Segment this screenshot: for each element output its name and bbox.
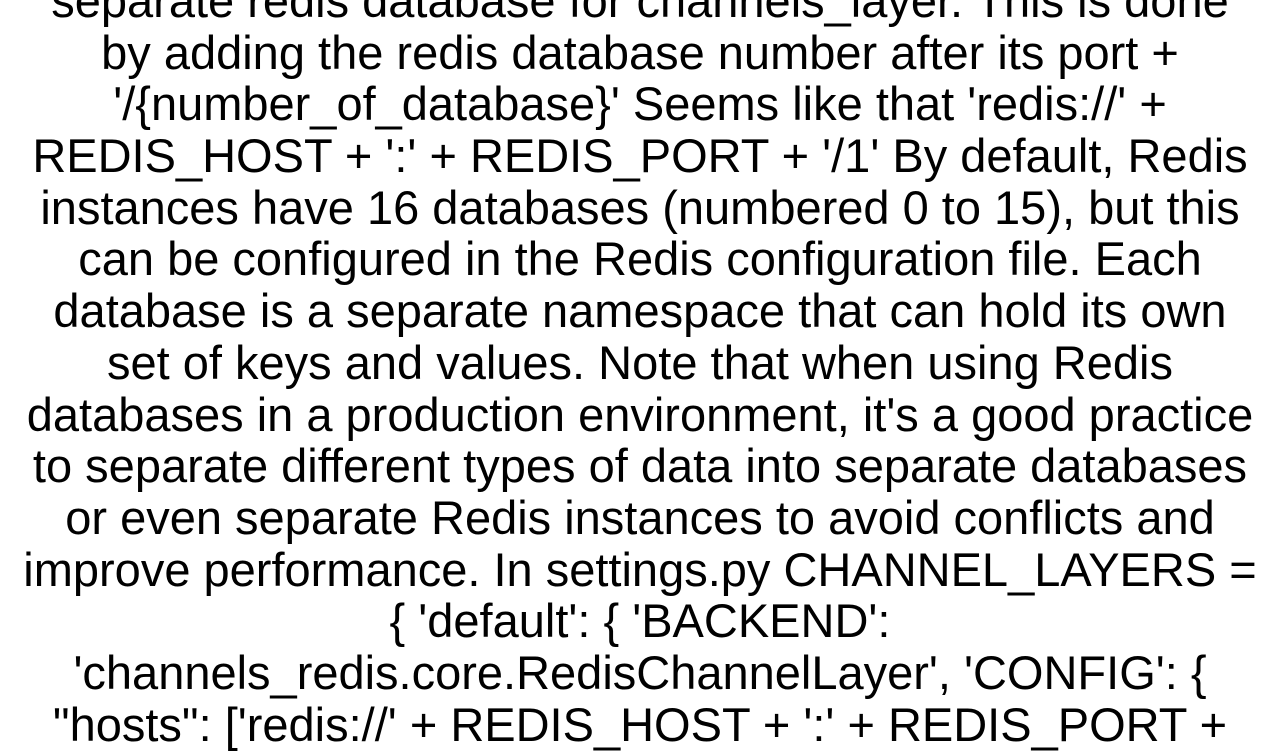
document-body-text: separate redis database for channels_lay… bbox=[0, 0, 1280, 750]
